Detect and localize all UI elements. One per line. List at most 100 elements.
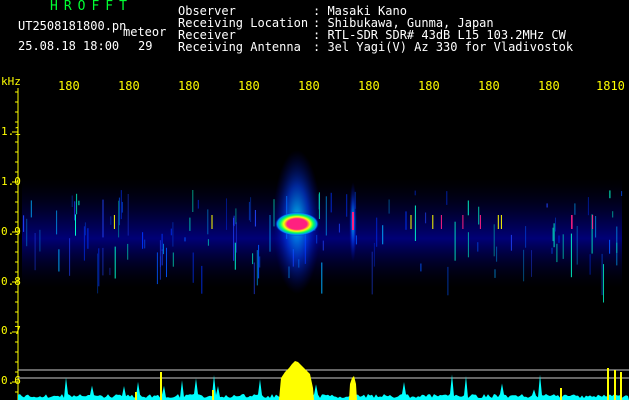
noise-streak — [609, 239, 611, 254]
noise-streak — [603, 264, 604, 303]
noise-streak — [84, 222, 86, 236]
noise-streak — [256, 250, 258, 286]
noise-streak — [109, 267, 111, 276]
noise-streak — [477, 242, 479, 252]
noise-streak — [142, 232, 144, 249]
noise-streak — [496, 246, 498, 262]
noise-streak — [562, 234, 564, 259]
hot-streak — [571, 215, 573, 229]
x-tick-label: 180 — [298, 79, 320, 93]
noise-streak — [601, 253, 603, 296]
noise-streak — [446, 191, 448, 205]
noise-streak — [555, 217, 556, 232]
x-tick-label: 180 — [478, 79, 500, 93]
noise-streak — [127, 243, 129, 260]
x-tick-label: 180 — [538, 79, 560, 93]
noise-streak — [97, 253, 99, 294]
y-tick-label: 1.1 — [1, 125, 21, 138]
noise-streak — [388, 199, 390, 214]
field-label-antenna: Receiving Antenna — [178, 40, 301, 54]
noise-streak — [325, 196, 327, 236]
y-unit-label: kHz — [1, 75, 21, 88]
hot-streak — [432, 215, 434, 229]
hot-streak — [113, 215, 115, 229]
x-tick-label: 180 — [118, 79, 140, 93]
noise-streak — [589, 254, 591, 275]
noise-streak — [425, 212, 427, 224]
noise-streak — [189, 217, 191, 231]
filename-label: UT2508181800.pn — [18, 19, 127, 33]
x-tick-label: 180 — [418, 79, 440, 93]
power-spike — [560, 388, 562, 400]
x-tick-label: 1810 — [596, 79, 625, 93]
noise-streak — [248, 201, 250, 221]
noise-streak — [76, 193, 78, 215]
noise-streak — [321, 262, 323, 294]
echo-core — [275, 212, 319, 236]
hot-streak — [500, 215, 502, 229]
noise-streak — [552, 227, 554, 242]
noise-streak — [609, 190, 611, 199]
noise-streak — [525, 226, 527, 248]
noise-streak — [192, 190, 194, 212]
y-tick-label: 0.9 — [1, 225, 21, 238]
noise-streak — [120, 190, 122, 220]
y-tick-label: 1.0 — [1, 175, 21, 188]
noise-streak — [58, 249, 60, 272]
noise-streak — [405, 211, 407, 230]
noise-streak — [373, 242, 375, 267]
noise-streak — [576, 226, 578, 265]
noise-streak — [420, 263, 422, 272]
mode-label: meteor — [123, 25, 167, 39]
peak-main — [279, 361, 314, 400]
noise-streak — [322, 240, 324, 251]
hot-streak — [462, 215, 464, 229]
y-tick-label: 0.7 — [1, 324, 21, 337]
noise-streak — [259, 256, 261, 268]
noise-streak — [414, 205, 416, 241]
hot-streak — [479, 215, 481, 229]
y-tick-label: 0.8 — [1, 275, 21, 288]
noise-streak — [376, 217, 378, 247]
noise-streak — [226, 198, 227, 230]
noise-streak — [551, 247, 553, 254]
noise-streak — [621, 191, 623, 196]
noise-streak — [510, 234, 512, 251]
y-tick-label: 0.6 — [1, 374, 21, 387]
noise-streak — [172, 252, 174, 267]
noise-streak — [23, 215, 25, 232]
power-spike — [607, 368, 609, 400]
noise-streak — [371, 251, 373, 295]
power-spike — [135, 392, 137, 400]
power-spike — [620, 372, 622, 400]
hot-streak — [592, 215, 594, 229]
noise-streak — [235, 222, 237, 253]
noise-streak — [207, 209, 209, 235]
noise-streak — [127, 194, 129, 236]
noise-streak — [493, 224, 495, 257]
noise-streak — [467, 200, 469, 216]
noise-streak — [75, 214, 76, 236]
noise-streak — [546, 203, 548, 208]
noise-streak — [447, 266, 449, 296]
peak-secondary — [349, 376, 357, 400]
noise-streak — [258, 244, 260, 279]
power-spike — [614, 370, 616, 400]
hot-streak — [440, 215, 442, 229]
count-label: 29 — [138, 39, 153, 53]
x-tick-label: 180 — [58, 79, 80, 93]
noise-streak — [414, 190, 416, 196]
noise-streak — [26, 218, 28, 247]
noise-streak — [156, 252, 158, 285]
x-tick-label: 180 — [358, 79, 380, 93]
noise-streak — [114, 246, 116, 279]
noise-streak — [346, 194, 348, 217]
noise-streak — [201, 265, 203, 294]
noise-streak — [121, 201, 123, 213]
noise-streak — [163, 243, 164, 255]
datetime-label: 25.08.18 18:00 — [18, 39, 120, 53]
noise-streak — [197, 199, 199, 209]
power-trace — [18, 368, 629, 400]
noise-streak — [330, 192, 332, 213]
noise-streak — [531, 250, 532, 277]
